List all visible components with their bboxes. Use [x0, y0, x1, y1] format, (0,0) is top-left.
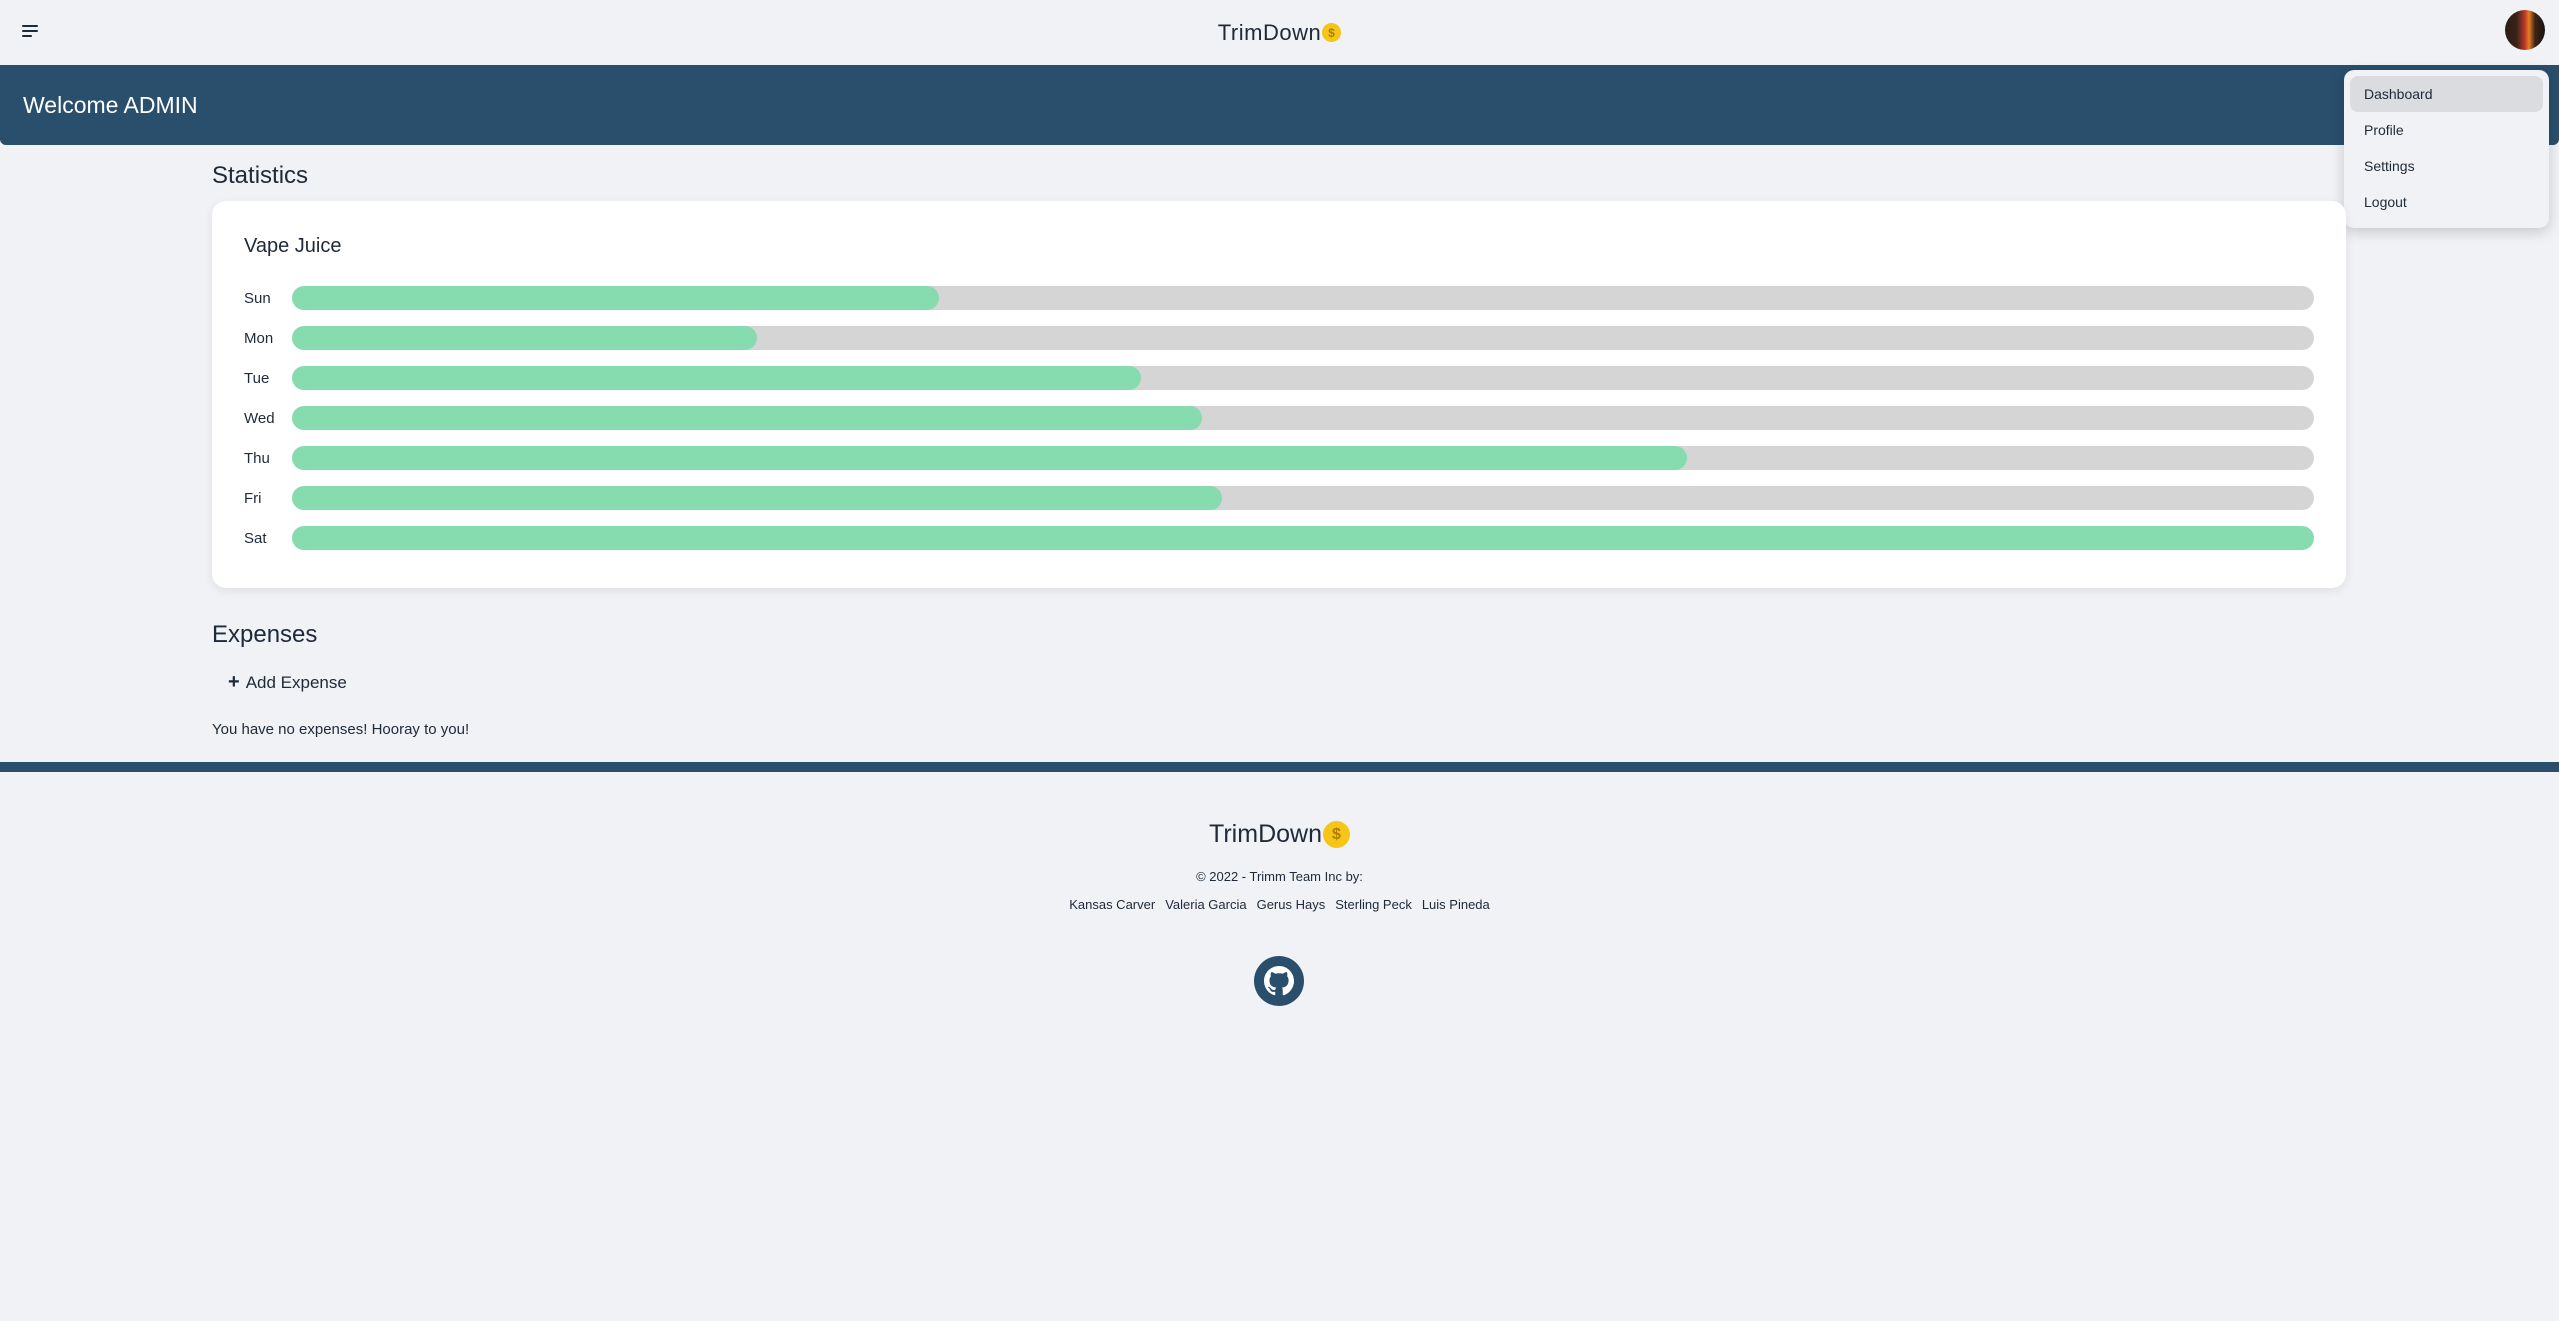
- bar-fill-thu: [292, 446, 1688, 470]
- github-icon[interactable]: [1254, 956, 1304, 1006]
- bar-track: [292, 446, 2314, 470]
- bar-label: Sat: [244, 529, 267, 547]
- bar-label: Mon: [244, 329, 274, 347]
- bar-label: Tue: [244, 369, 270, 387]
- add-expense-button[interactable]: + Add Expense: [228, 671, 347, 694]
- plus-icon: +: [228, 671, 240, 693]
- user-avatar[interactable]: [2505, 10, 2545, 50]
- footer-coin-icon: $: [1322, 821, 1350, 848]
- chart-title: Vape Juice: [244, 235, 342, 257]
- bar-track: [292, 526, 2314, 550]
- menu-item-profile[interactable]: Profile: [2350, 112, 2543, 148]
- bar-fill-fri: [292, 486, 1223, 510]
- bar-row-sat: Sat: [244, 518, 2314, 558]
- menu-item-dashboard[interactable]: Dashboard: [2350, 76, 2543, 112]
- bar-track: [292, 326, 2314, 350]
- bar-track: [292, 366, 2314, 390]
- bar-row-wed: Wed: [244, 398, 2314, 438]
- bar-fill-mon: [292, 326, 758, 350]
- bar-chart: Sun Mon Tue Wed Thu Fri Sat: [244, 278, 2314, 558]
- authors-list: Kansas Carver Valeria Garcia Gerus Hays …: [0, 897, 2559, 912]
- author-link[interactable]: Gerus Hays: [1257, 897, 1326, 912]
- footer-divider: [0, 762, 2559, 772]
- bar-row-mon: Mon: [244, 318, 2314, 358]
- bar-row-tue: Tue: [244, 358, 2314, 398]
- bar-row-thu: Thu: [244, 438, 2314, 478]
- statistics-title: Statistics: [212, 162, 309, 189]
- brand-name: TrimDown: [1217, 19, 1322, 45]
- bar-label: Sun: [244, 289, 271, 307]
- top-navbar: TrimDown $: [0, 0, 2559, 65]
- copyright-text: © 2022 - Trimm Team Inc by:: [1196, 869, 1363, 884]
- bar-fill-sat: [292, 526, 2314, 550]
- statistics-card: Vape Juice Sun Mon Tue Wed Thu Fri Sat: [212, 201, 2346, 588]
- author-link[interactable]: Luis Pineda: [1422, 897, 1490, 912]
- footer-brand-logo: TrimDown $: [0, 820, 2559, 849]
- bar-track: [292, 406, 2314, 430]
- menu-item-logout[interactable]: Logout: [2350, 184, 2543, 220]
- bar-row-sun: Sun: [244, 278, 2314, 318]
- bar-row-fri: Fri: [244, 478, 2314, 518]
- footer-brand-name: TrimDown: [1209, 820, 1322, 848]
- author-link[interactable]: Kansas Carver: [1069, 897, 1155, 912]
- bar-fill-tue: [292, 366, 1142, 390]
- brand-logo[interactable]: TrimDown $: [1217, 19, 1342, 46]
- bar-label: Thu: [244, 449, 270, 467]
- bar-label: Wed: [244, 409, 275, 427]
- hamburger-menu-icon[interactable]: [22, 24, 40, 38]
- coin-icon: $: [1322, 23, 1342, 42]
- author-link[interactable]: Valeria Garcia: [1165, 897, 1246, 912]
- user-dropdown-menu: Dashboard Profile Settings Logout: [2344, 70, 2549, 228]
- welcome-banner: Welcome ADMIN: [0, 65, 2559, 145]
- bar-label: Fri: [244, 489, 262, 507]
- add-expense-label: Add Expense: [245, 672, 347, 692]
- menu-item-settings[interactable]: Settings: [2350, 148, 2543, 184]
- welcome-heading: Welcome ADMIN: [23, 91, 198, 118]
- empty-expenses-message: You have no expenses! Hooray to you!: [212, 721, 470, 738]
- author-link[interactable]: Sterling Peck: [1335, 897, 1412, 912]
- bar-fill-sun: [292, 286, 940, 310]
- expenses-title: Expenses: [212, 621, 318, 648]
- bar-track: [292, 486, 2314, 510]
- bar-fill-wed: [292, 406, 1202, 430]
- bar-track: [292, 286, 2314, 310]
